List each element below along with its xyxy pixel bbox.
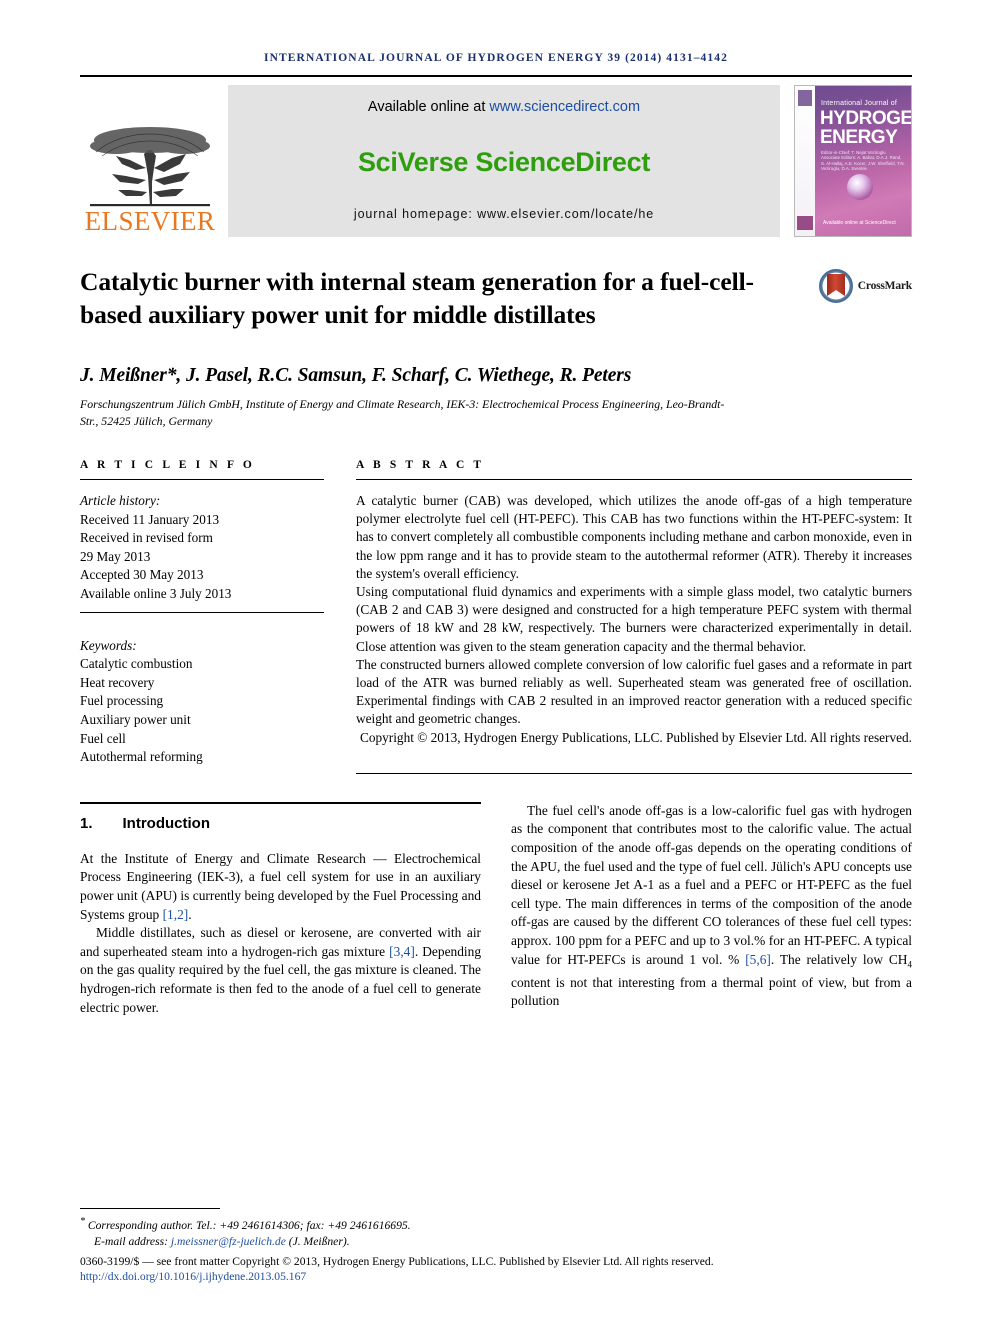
abstract-heading: A B S T R A C T [356,459,485,471]
body-paragraph: The fuel cell's anode off-gas is a low-c… [511,802,912,1011]
issn-copyright-line: 0360-3199/$ — see front matter Copyright… [80,1255,714,1269]
cover-orb-graphic [847,174,873,200]
running-head: INTERNATIONAL JOURNAL OF HYDROGEN ENERGY… [264,52,728,64]
text-run: At the Institute of Energy and Climate R… [80,850,481,922]
corresponding-author-marker: * [80,1216,85,1228]
cover-title-hydrogen: HYDROGEN [820,108,912,129]
abstract-copyright: Copyright © 2013, Hydrogen Energy Public… [359,729,912,745]
section-title: Introduction [122,814,210,832]
article-info-divider [80,479,324,480]
cover-sciencedirect-mark: Available online at ScienceDirect [823,220,896,226]
keyword-item: Auxiliary power unit [80,711,191,727]
cover-publisher-icon [798,90,812,106]
sciverse-sciencedirect-logo: SciVerse ScienceDirect [357,146,651,177]
sciencedirect-url[interactable]: www.sciencedirect.com [489,99,640,115]
history-item: Received 11 January 2013 [80,511,220,527]
section-number: 1. [80,814,93,832]
available-online-line: Available online at www.sciencedirect.co… [368,99,640,115]
footnotes: * Corresponding author. Tel.: +49 246161… [80,1208,912,1283]
abstract-paragraph: Using computational fluid dynamics and e… [356,584,912,654]
reference-citation[interactable]: [1,2] [163,907,189,922]
footnote-rule [80,1208,220,1210]
history-item: Accepted 30 May 2013 [80,567,204,583]
journal-homepage-line[interactable]: journal homepage: www.elsevier.com/locat… [354,207,654,221]
crossmark-icon [818,269,853,303]
abstract-column: A B S T R A C T A catalytic burner (CAB)… [352,459,912,774]
text-run: . The relatively low CH [770,951,908,967]
subscript: 4 [907,959,912,970]
keyword-item: Fuel cell [80,730,126,746]
abstract-body: A catalytic burner (CAB) was developed, … [356,492,912,747]
email-label: E-mail address: [94,1234,171,1248]
info-abstract-section: A R T I C L E I N F O Article history: R… [80,459,912,774]
text-run: The fuel cell's anode off-gas is a low-c… [511,802,912,967]
crossmark-badge[interactable]: CrossMark [818,269,912,303]
text-run: . [188,906,192,922]
reference-citation[interactable]: [5,6] [745,952,771,967]
keywords-divider [80,611,324,613]
paper-page: INTERNATIONAL JOURNAL OF HYDROGEN ENERGY… [0,0,992,1323]
masthead: ELSEVIER Available online at www.science… [80,85,912,237]
section-top-rule [80,801,481,804]
keyword-item: Catalytic combustion [80,656,193,672]
abstract-divider [356,479,912,480]
cover-journal-prefix: International Journal of [821,100,898,107]
abstract-paragraph: A catalytic burner (CAB) was developed, … [356,493,912,581]
section-heading-introduction: 1. Introduction [80,815,481,832]
corresponding-author-text: Corresponding author. Tel.: +49 24616143… [87,1219,411,1233]
author-names: J. Meißner*, J. Pasel, R.C. Samsun, F. S… [80,365,632,386]
elsevier-wordmark: ELSEVIER [84,206,216,236]
history-item: Available online 3 July 2013 [80,585,232,601]
article-info-column: A R T I C L E I N F O Article history: R… [80,459,352,774]
article-history-label: Article history: [80,493,161,508]
cover-journal-mark-icon [797,216,813,230]
cover-left-bar [795,86,815,236]
email-address[interactable]: j.meissner@fz-juelich.de [171,1235,286,1248]
elsevier-logo: ELSEVIER [80,85,220,237]
keyword-item: Fuel processing [80,693,164,709]
email-line: E-mail address: j.meissner@fz-juelich.de… [80,1234,912,1250]
keyword-item: Heat recovery [80,674,155,690]
body-paragraph: Middle distillates, such as diesel or ke… [80,924,481,1017]
reference-citation[interactable]: [3,4] [389,944,415,959]
history-item: 29 May 2013 [80,548,151,564]
journal-cover-thumbnail: International Journal of HYDROGEN ENERGY… [794,85,912,237]
cover-editors-text: Editor-in-Chief: T. Nejat Veziroglu Asso… [821,150,905,172]
doi-link[interactable]: http://dx.doi.org/10.1016/j.ijhydene.201… [80,1270,912,1283]
text-run: content is not that interesting from a t… [511,974,912,1009]
abstract-paragraph: The constructed burners allowed complete… [356,656,912,727]
author-list: J. Meißner*, J. Pasel, R.C. Samsun, F. S… [80,365,912,387]
affiliation: Forschungszentrum Jülich GmbH, Institute… [80,397,725,428]
intro-right-text: The fuel cell's anode off-gas is a low-c… [511,802,912,1011]
keywords-label: Keywords: [80,637,137,653]
body-column-right: The fuel cell's anode off-gas is a low-c… [511,802,912,1017]
page-title: Catalytic burner with internal steam gen… [80,267,754,329]
sciencedirect-banner: Available online at www.sciencedirect.co… [228,85,780,237]
history-item: Received in revised form [80,530,213,546]
crossmark-label: CrossMark [857,280,912,292]
abstract-bottom-divider [356,772,912,774]
body-paragraph: At the Institute of Energy and Climate R… [80,850,481,924]
body-columns: 1. Introduction At the Institute of Ener… [80,801,912,1017]
header-divider [80,75,912,77]
keyword-item: Autothermal reforming [80,749,203,765]
title-row: Catalytic burner with internal steam gen… [80,265,912,331]
intro-left-text: At the Institute of Energy and Climate R… [80,850,481,1017]
corresponding-author-line: * Corresponding author. Tel.: +49 246161… [80,1214,912,1233]
elsevier-tree-icon [90,127,210,207]
article-history-block: Article history: Received 11 January 201… [80,492,324,604]
article-info-heading: A R T I C L E I N F O [80,459,255,471]
keywords-block: Keywords: Catalytic combustion Heat reco… [80,637,324,767]
cover-title-energy: ENERGY [820,127,898,148]
email-suffix: (J. Meißner). [285,1234,350,1248]
available-online-prefix: Available online at [367,99,490,115]
body-column-left: 1. Introduction At the Institute of Ener… [80,801,481,1017]
